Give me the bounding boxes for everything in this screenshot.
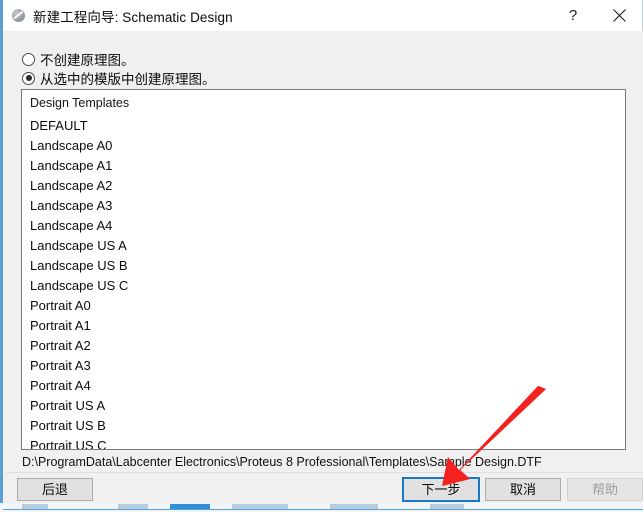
list-item[interactable]: Landscape A4 — [22, 216, 625, 236]
cancel-button[interactable]: 取消 — [485, 478, 561, 501]
list-item[interactable]: Landscape A1 — [22, 156, 625, 176]
next-button[interactable]: 下一步 — [402, 477, 480, 502]
list-item-label: Portrait A0 — [30, 298, 91, 313]
list-item[interactable]: Portrait A4 — [22, 376, 625, 396]
list-header: Design Templates — [30, 96, 130, 110]
title-bar: 新建工程向导: Schematic Design ? — [3, 0, 642, 31]
list-item[interactable]: Portrait US C — [22, 436, 625, 450]
template-list: DEFAULT Landscape A0 Landscape A1 Landsc… — [22, 112, 625, 450]
close-icon[interactable] — [596, 0, 642, 31]
list-item-label: Landscape US C — [30, 278, 129, 293]
list-item-label: Landscape A4 — [30, 218, 113, 233]
background-window-strip — [0, 503, 643, 512]
back-button[interactable]: 后退 — [17, 478, 93, 501]
list-item-label: Landscape A1 — [30, 158, 113, 173]
list-item[interactable]: Portrait A0 — [22, 296, 625, 316]
list-item-label: Portrait US B — [30, 418, 106, 433]
list-item[interactable]: Landscape US B — [22, 256, 625, 276]
radio-no-schematic-label: 不创建原理图。 — [40, 53, 135, 68]
list-item-label: Landscape US A — [30, 238, 127, 253]
list-item[interactable]: Landscape A3 — [22, 196, 625, 216]
list-item-label: Landscape A2 — [30, 178, 113, 193]
list-item-label: Portrait US A — [30, 398, 106, 413]
list-item[interactable]: Portrait A1 — [22, 316, 625, 336]
dialog-body: 不创建原理图。 从选中的模版中创建原理图。 Design Templates D… — [6, 31, 643, 472]
list-item[interactable]: Landscape A2 — [22, 176, 625, 196]
list-item[interactable]: Landscape A0 — [22, 136, 625, 156]
list-item-label: Portrait A1 — [30, 318, 91, 333]
template-path-label: D:\ProgramData\Labcenter Electronics\Pro… — [22, 455, 542, 469]
list-item-label: Portrait A3 — [30, 358, 91, 373]
list-item[interactable]: Landscape US A — [22, 236, 625, 256]
proteus-app-icon — [12, 9, 25, 22]
screen: 新建工程向导: Schematic Design ? 不创建原理图。 从选中的模… — [0, 0, 643, 512]
list-item[interactable]: Portrait US A — [22, 396, 625, 416]
radio-create-from-template[interactable]: 从选中的模版中创建原理图。 — [22, 68, 216, 88]
help-button: 帮助 — [567, 478, 643, 501]
background-rule — [3, 509, 643, 510]
list-item-label: Landscape A3 — [30, 198, 113, 213]
list-item[interactable]: Landscape US C — [22, 276, 625, 296]
list-item-label: Portrait US C — [30, 438, 107, 450]
radio-no-schematic[interactable]: 不创建原理图。 — [22, 49, 135, 69]
list-item[interactable]: Portrait A3 — [22, 356, 625, 376]
list-item[interactable]: Portrait US B — [22, 416, 625, 436]
dialog-footer: 后退 下一步 取消 帮助 — [6, 472, 643, 504]
list-item[interactable]: Portrait A2 — [22, 336, 625, 356]
list-item-label: Landscape A0 — [30, 138, 113, 153]
list-item-label: Portrait A2 — [30, 338, 91, 353]
window-title: 新建工程向导: Schematic Design — [33, 10, 233, 25]
radio-icon-checked — [22, 71, 35, 85]
design-templates-listbox[interactable]: Design Templates DEFAULT Landscape A0 La… — [21, 89, 626, 450]
list-item[interactable]: DEFAULT — [22, 116, 625, 136]
list-item-label: DEFAULT — [30, 118, 88, 133]
help-title-button[interactable]: ? — [550, 0, 596, 31]
list-item-label: Portrait A4 — [30, 378, 91, 393]
radio-icon-unchecked — [22, 52, 35, 66]
list-item-label: Landscape US B — [30, 258, 128, 273]
new-project-wizard-dialog: 新建工程向导: Schematic Design ? 不创建原理图。 从选中的模… — [0, 0, 643, 504]
radio-create-from-template-label: 从选中的模版中创建原理图。 — [40, 72, 216, 87]
